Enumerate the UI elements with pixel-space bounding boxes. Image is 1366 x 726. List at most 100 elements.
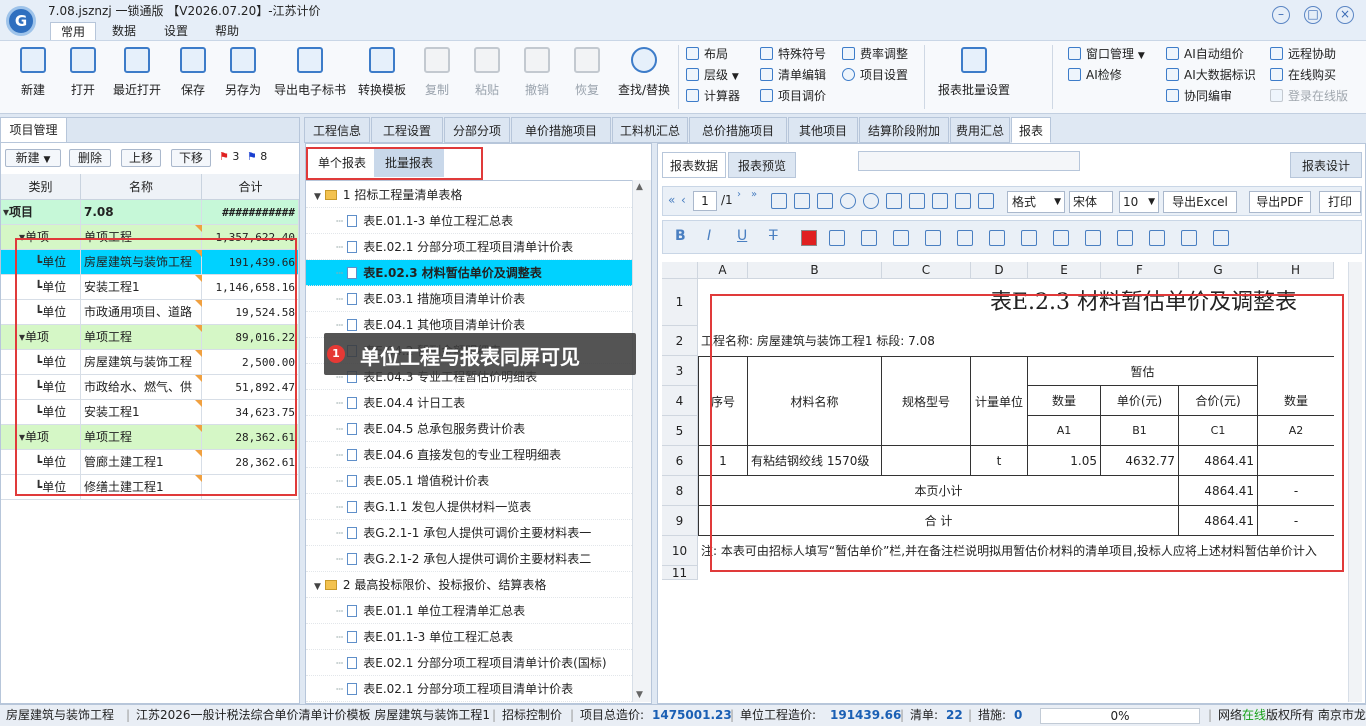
copy-button[interactable]: 复制 [418, 45, 456, 109]
tree-row-type[interactable]: ▾项目 [1, 200, 81, 225]
italic-icon[interactable]: I [707, 228, 711, 244]
align-left-icon[interactable] [829, 230, 845, 246]
restore-icon[interactable]: □ [1304, 6, 1322, 24]
copy-icon[interactable] [794, 193, 810, 209]
undo-icon[interactable] [840, 193, 856, 209]
delete-row-icon[interactable] [932, 193, 948, 209]
remote-assist-button[interactable]: 远程协助 [1270, 45, 1336, 63]
row-qty[interactable]: 1.05 [1028, 446, 1101, 476]
column-header[interactable]: B [748, 262, 882, 279]
column-header[interactable]: D [971, 262, 1028, 279]
header-unit[interactable]: 计量单位 [971, 356, 1028, 446]
tree-row-name[interactable]: 安装工程1 [81, 275, 202, 300]
right-border-icon[interactable] [1181, 230, 1197, 246]
blue-flag-icon[interactable]: ⚑ [247, 150, 257, 163]
open-button[interactable]: 打开 [62, 45, 104, 109]
move-up-button[interactable]: 上移 [121, 149, 161, 167]
move-down-button[interactable]: 下移 [171, 149, 211, 167]
row-header[interactable]: 4 [662, 386, 698, 416]
close-icon[interactable]: × [1336, 6, 1354, 24]
main-tab[interactable]: 工程设置 [371, 117, 443, 143]
valign-top-icon[interactable] [925, 230, 941, 246]
cut-icon[interactable] [771, 193, 787, 209]
bold-icon[interactable]: B [675, 228, 686, 244]
row-header[interactable]: 2 [662, 326, 698, 356]
report-batch-settings-button[interactable]: 报表批量设置 [934, 45, 1014, 109]
login-online-button[interactable]: 登录在线版 [1270, 87, 1348, 105]
report-sheet[interactable]: ABCDEFGH 1 2 3 4 5 6 8 9 10 11 表E.2.3 材料暂估单价及调整表工… [662, 262, 1362, 702]
tree-report-node[interactable]: ┄ 表E.02.1 分部分项工程项目清单计价表(国标) [306, 650, 632, 676]
tree-report-node[interactable]: ┄ 表G.2.1-1 承包人提供可调价主要材料表一 [306, 520, 632, 546]
row-material-name[interactable]: 有粘结钢绞线 1570级 [748, 446, 882, 476]
tree-report-node[interactable]: ┄ 表E.04.6 直接发包的专业工程明细表 [306, 442, 632, 468]
menu-tab-settings[interactable]: 设置 [152, 22, 200, 40]
tree-row-type[interactable]: ┗单位 [1, 300, 81, 325]
column-header[interactable]: G [1179, 262, 1258, 279]
export-excel-button[interactable]: 导出Excel [1163, 191, 1237, 213]
tree-row-name[interactable]: 7.08 [81, 200, 202, 225]
report-design-button[interactable]: 报表设计 [1290, 152, 1362, 178]
rate-adjust-button[interactable]: 费率调整 [842, 45, 908, 63]
tree-row-type[interactable]: ┗单位 [1, 375, 81, 400]
footnote[interactable]: 注: 本表可由招标人填写“暂估单价”栏,并在备注栏说明拟用暂估价材料的清单项目,… [698, 536, 1334, 566]
redo-button[interactable]: 恢复 [568, 45, 606, 109]
layout-button[interactable]: 布局 [686, 45, 728, 63]
tree-row-name[interactable]: 单项工程 [81, 425, 202, 450]
app-logo-icon[interactable]: G [6, 6, 36, 36]
font-name-select[interactable]: 宋体 [1069, 191, 1113, 213]
tree-row-name[interactable]: 市政通用项目、道路 [81, 300, 202, 325]
format-select[interactable]: 格式 ▼ [1007, 191, 1065, 213]
total-label[interactable]: 合 计 [698, 506, 1179, 536]
tree-report-node[interactable]: ┄ 表E.05.1 增值税计价表 [306, 468, 632, 494]
top-border-icon[interactable] [1085, 230, 1101, 246]
tree-report-node[interactable]: ┄ 表E.04.5 总承包服务费计价表 [306, 416, 632, 442]
ai-check-button[interactable]: AI检修 [1068, 66, 1122, 84]
main-tab[interactable]: 分部分项 [444, 117, 510, 143]
no-border-icon[interactable] [1213, 230, 1229, 246]
save-as-button[interactable]: 另存为 [220, 45, 266, 109]
recent-button[interactable]: 最近打开 [110, 45, 164, 109]
menu-tab-help[interactable]: 帮助 [204, 22, 250, 40]
header-qty[interactable]: 数量 [1028, 386, 1101, 416]
tree-folder-node[interactable]: ▼ 2 最高投标限价、投标报价、结算表格 [306, 572, 632, 598]
row-header[interactable]: 3 [662, 356, 698, 386]
sheet-corner[interactable] [662, 262, 698, 279]
main-tab[interactable]: 报表 [1011, 117, 1051, 143]
header-price[interactable]: 单价(元) [1101, 386, 1179, 416]
prev-page-icon[interactable]: ‹ [681, 193, 686, 207]
tree-report-node[interactable]: ┄ 表G.1.1 发包人提供材料一览表 [306, 494, 632, 520]
column-header[interactable]: F [1101, 262, 1179, 279]
new-button[interactable]: 新建 [12, 45, 54, 109]
align-right-icon[interactable] [893, 230, 909, 246]
print-button[interactable]: 打印 [1319, 191, 1361, 213]
project-settings-button[interactable]: 项目设置 [842, 66, 908, 84]
header-estimate[interactable]: 暂估 [1028, 356, 1258, 386]
next-page-icon[interactable]: › [737, 189, 741, 200]
main-tab[interactable]: 总价措施项目 [689, 117, 787, 143]
tree-row-name[interactable]: 单项工程 [81, 325, 202, 350]
underline-icon[interactable]: U [737, 228, 747, 244]
undo-button[interactable]: 撤销 [518, 45, 556, 109]
ai-auto-price-button[interactable]: AI自动组价 [1166, 45, 1244, 63]
tab-report-data[interactable]: 报表数据 [662, 152, 726, 178]
page-input[interactable]: 1 [693, 191, 717, 211]
total-dash[interactable]: - [1258, 506, 1334, 536]
insert-row-icon[interactable] [886, 193, 902, 209]
row-unit[interactable]: t [971, 446, 1028, 476]
tree-row-type[interactable]: ▾单项 [1, 325, 81, 350]
tree-row-type[interactable]: ┗单位 [1, 350, 81, 375]
row-header[interactable]: 9 [662, 506, 698, 536]
scroll-down-icon[interactable]: ▼ [636, 690, 643, 700]
row-price[interactable]: 4632.77 [1101, 446, 1179, 476]
subtotal-value[interactable]: 4864.41 [1179, 476, 1258, 506]
tree-row-name[interactable]: 安装工程1 [81, 400, 202, 425]
header-empty[interactable] [1258, 356, 1334, 386]
tree-row-name[interactable]: 修缮土建工程1 [81, 475, 202, 500]
tree-row-name[interactable]: 管廊土建工程1 [81, 450, 202, 475]
inner-borders-icon[interactable] [1053, 230, 1069, 246]
tree-report-node[interactable]: ┄ 表E.02.3 材料暂估单价及调整表 [306, 260, 632, 286]
main-tab[interactable]: 费用汇总 [950, 117, 1010, 143]
align-center-icon[interactable] [861, 230, 877, 246]
tree-row-name[interactable]: 单项工程 [81, 225, 202, 250]
main-tab[interactable]: 其他项目 [788, 117, 858, 143]
